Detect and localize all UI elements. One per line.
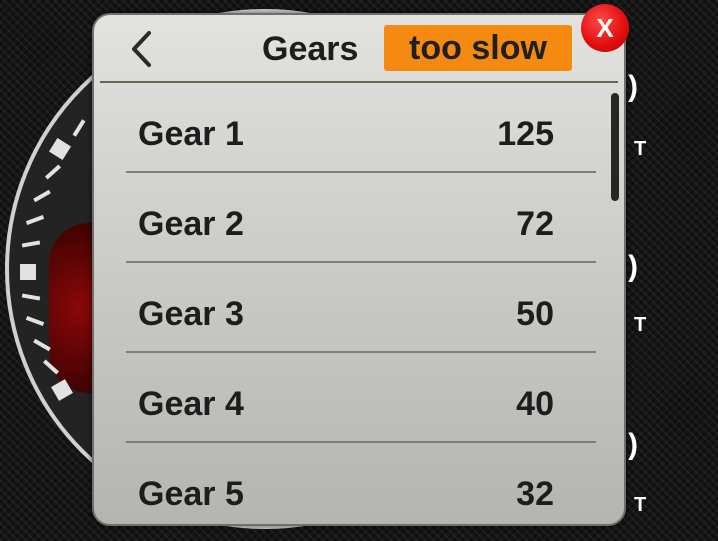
gears-dialog: Gears too slow Gear 1 125 Gear 2 72 Gear… (92, 13, 626, 526)
list-item-gear-3[interactable]: Gear 3 50 (126, 263, 596, 353)
gear-value: 40 (516, 385, 554, 423)
list-item-gear-2[interactable]: Gear 2 72 (126, 173, 596, 263)
gear-value: 32 (516, 475, 554, 513)
side-value-unit: T (634, 314, 647, 336)
side-value-paren: ) (628, 250, 638, 283)
status-badge: too slow (384, 25, 572, 71)
gear-label: Gear 2 (138, 205, 244, 243)
side-value-paren: ) (628, 70, 638, 103)
page-title: Gears (262, 30, 359, 68)
side-value-unit: T (634, 494, 647, 516)
gear-label: Gear 3 (138, 295, 244, 333)
gear-label: Gear 1 (138, 115, 244, 153)
gear-label: Gear 5 (138, 475, 244, 513)
dialog-header: Gears too slow (94, 15, 624, 81)
gear-list: Gear 1 125 Gear 2 72 Gear 3 50 Gear 4 40… (94, 83, 624, 524)
back-button[interactable] (122, 29, 162, 69)
list-item-gear-4[interactable]: Gear 4 40 (126, 353, 596, 443)
gauge-tick-major (20, 264, 36, 280)
chevron-left-icon (132, 31, 151, 67)
scrollbar[interactable] (611, 93, 619, 201)
close-icon: X (596, 13, 614, 43)
gear-value: 50 (516, 295, 554, 333)
list-item-gear-1[interactable]: Gear 1 125 (126, 83, 596, 173)
gear-label: Gear 4 (138, 385, 244, 423)
gear-value: 72 (516, 205, 554, 243)
side-value-unit: T (634, 138, 647, 160)
list-item-gear-5[interactable]: Gear 5 32 (126, 443, 596, 524)
side-value-paren: ) (628, 428, 638, 461)
gear-value: 125 (497, 115, 554, 153)
close-button[interactable]: X (581, 4, 629, 52)
